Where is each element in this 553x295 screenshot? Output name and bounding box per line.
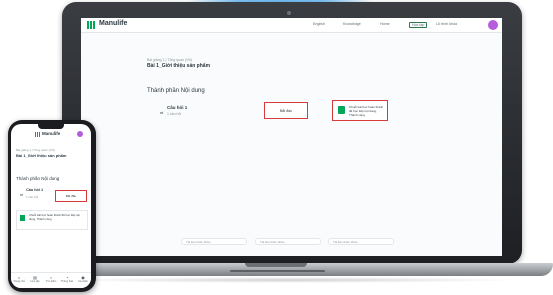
nav-item-knowledge[interactable]: Knowledge [343,22,361,26]
start-button[interactable]: Bắt đầu [264,102,308,119]
bottom-tab-bar: ⌂ Trang chủ ▤ Học tập ○ Tìm kiếm ◔ Thông báo… [11,272,91,288]
webcam [287,11,291,15]
tab-label: Học tập [30,280,40,283]
tab-label: Tìm kiếm [45,280,57,283]
quiz-icon: ⇄ [160,110,164,115]
tab-search[interactable]: ○ Tìm kiếm [43,273,59,288]
lesson-title: Bài 1_Giới thiệu sản phẩm [147,63,211,69]
quiz-icon: ⇄ [20,193,23,197]
laptop-shadow [60,277,520,283]
tab-learning[interactable]: ▤ Học tập [27,273,43,288]
tab-label: Thông báo [60,280,74,283]
document-icon [20,215,25,221]
tab-profile[interactable]: ◉ Cá nhân [75,273,91,288]
lesson-title: Bài 1_Giới thiệu sản phẩm [16,153,67,158]
content-section-title: Thành phần Nội dung [147,88,205,94]
nav-item-course-path[interactable]: Lộ trình khóa [436,22,457,26]
user-avatar[interactable] [77,131,83,137]
tab-home[interactable]: ⌂ Trang chủ [11,273,27,288]
laptop-screen: Manulife English Knowledge Home Học tập … [81,18,502,256]
brand-name[interactable]: Manulife [42,131,60,136]
footer-link-1[interactable]: Tài liệu tham khảo [181,238,247,245]
user-avatar[interactable] [488,20,498,30]
start-button[interactable]: Bắt đầu [55,190,87,202]
footer-link-3[interactable]: Tài liệu tham khảo [328,238,394,245]
info-card: Chuỗi bài học hoàn thành để học tiếp nội… [16,210,88,230]
nav-item-learning[interactable]: Học tập [409,22,428,28]
app-header: Manulife English Knowledge Home Học tập … [81,18,502,33]
quiz-item-subtitle: 1 câu hỏi [167,112,182,116]
quiz-item-subtitle: 1 câu hỏi [26,195,39,199]
info-card: Chuỗi bài học hoàn thành để học tiếp nội… [332,100,388,121]
tab-notifications[interactable]: ◔ Thông báo [59,273,75,288]
quiz-item-title: Câu hỏi 1 [26,188,44,192]
nav-item-home[interactable]: Home [380,22,390,26]
manulife-logo-icon[interactable] [87,21,95,29]
info-card-text: Chuỗi bài học hoàn thành để học tiếp nội… [29,213,80,221]
laptop-trackpad-edge [230,270,325,272]
document-icon [338,106,345,114]
brand-name[interactable]: Manulife [99,20,127,27]
info-card-text: Chuỗi bài học hoàn thành để học tiếp nội… [349,105,384,117]
lesson-breadcrumb[interactable]: Bài giảng 1 | Tổng quan (VN) [16,148,55,152]
manulife-logo-icon[interactable] [35,132,40,137]
tab-label: Cá nhân [78,280,88,283]
nav-item-language[interactable]: English [313,22,325,26]
laptop-hinge [245,263,307,267]
quiz-item-title: Câu hỏi 1 [167,105,188,110]
phone-notch [38,124,64,129]
footer-link-2[interactable]: Tài liệu tham khảo [255,238,321,245]
content-section-title: Thành phần Nội dung [16,176,60,181]
tab-label: Trang chủ [13,280,25,283]
phone-screen: Manulife Bài giảng 1 | Tổng quan (VN) Bà… [11,124,91,288]
lesson-breadcrumb[interactable]: Bài giảng 1 | Tổng quan (VN) [147,58,192,62]
